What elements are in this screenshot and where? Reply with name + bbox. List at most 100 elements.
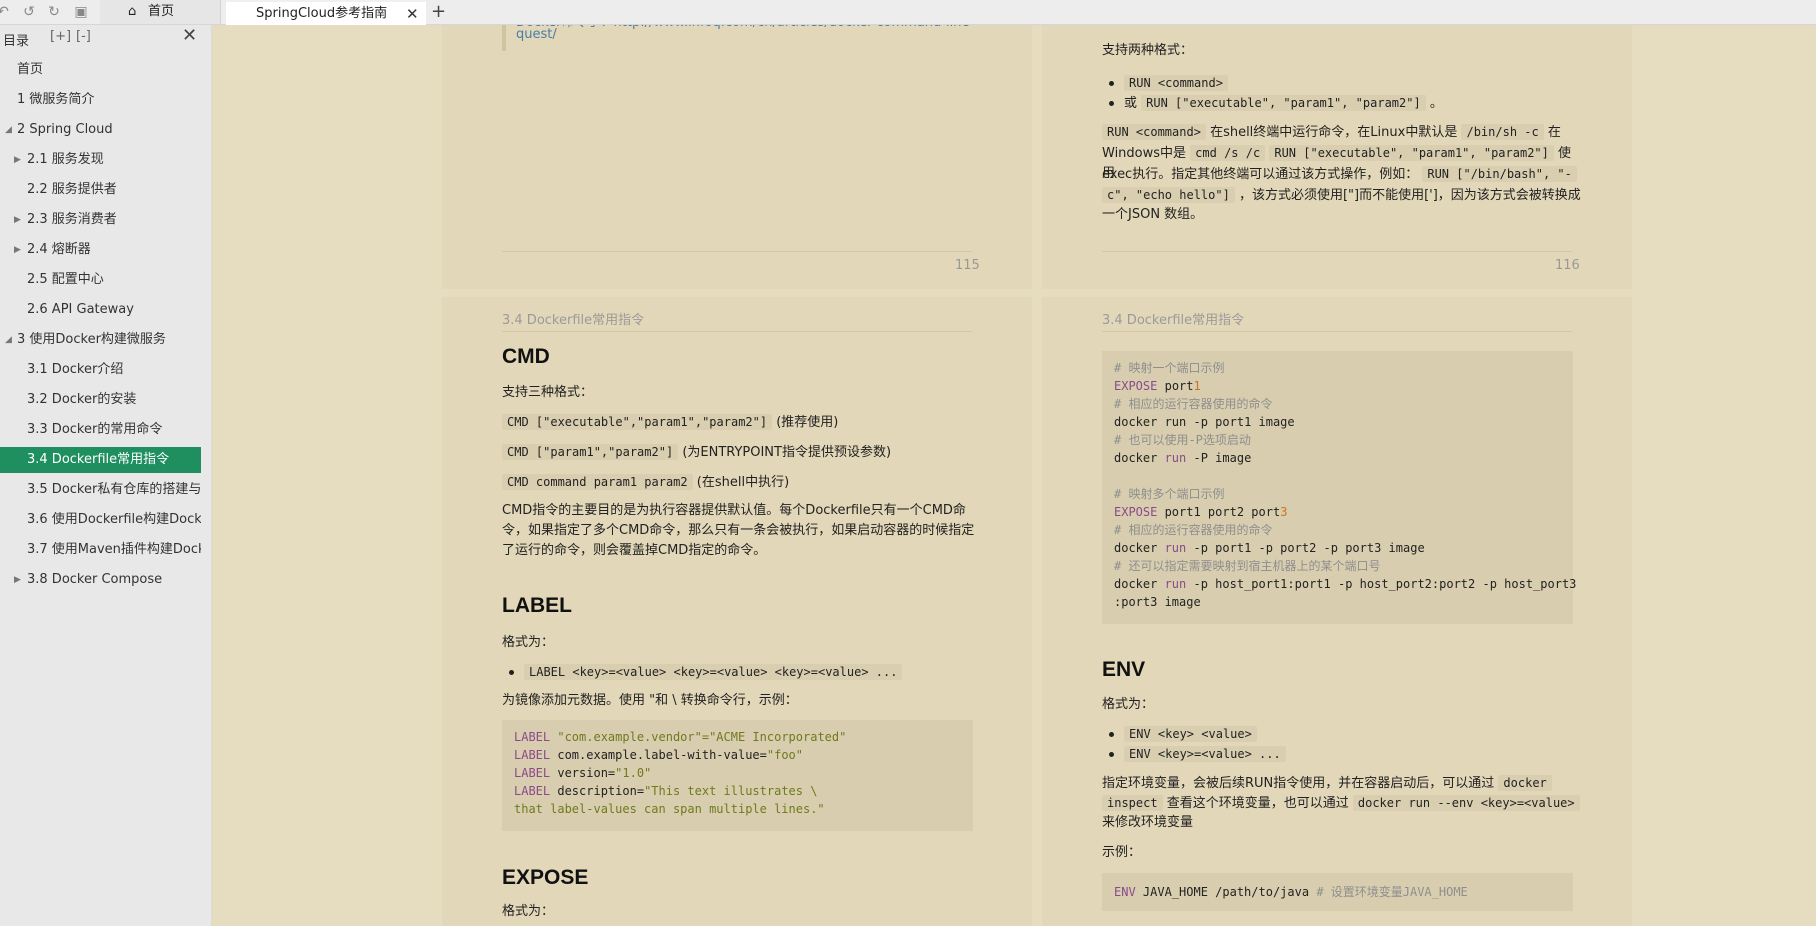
cmd-format-1: CMD ["executable","param1","param2"] (推荐… [502,412,838,433]
env-example-label: 示例： [1102,845,1142,860]
code-line: that label-values can span multiple line… [514,802,825,816]
close-sidebar-icon[interactable]: ✕ [182,25,197,46]
toc-item[interactable]: ▶ 2.3 服务消费者 [0,207,201,233]
save-icon[interactable]: ▣ [72,3,90,21]
env-bullet-2: ENV <key>=<value> ... [1124,744,1286,765]
toc-item[interactable]: 2.6 API Gateway [0,297,201,323]
page-117: 3.4 Dockerfile常用指令 CMD 支持三种格式： CMD ["exe… [442,297,1032,926]
collapse-all-icon[interactable]: [-] [76,29,91,44]
code-line: EXPOSE port1 [1114,379,1201,393]
env-desc-line-3: 来修改环境变量 [1102,815,1194,830]
expand-arrow-icon[interactable]: ▶ [14,237,21,263]
expand-arrow-icon[interactable]: ▶ [14,207,21,233]
label-intro: 格式为： [502,635,555,650]
page-divider [502,251,972,252]
code-line: LABEL description="This text illustrates… [514,784,818,798]
toc-item[interactable]: 3.7 使用Maven插件构建Dock... [0,537,201,563]
toc-item[interactable]: 3.5 Docker私有仓库的搭建与... [0,477,201,503]
close-tab-icon[interactable]: ✕ [406,2,419,26]
code-comment: # 还可以指定需要映射到宿主机器上的某个端口号 [1114,559,1381,573]
code-line: docker run -p host_port1:port1 -p host_p… [1114,577,1577,591]
label-bullet: LABEL <key>=<value> <key>=<value> <key>=… [524,662,903,683]
run-bullet-1: RUN <command> [1124,73,1228,94]
tab-bar: ↶ ↺ ↻ ▣ ⌂ 首页 SpringCloud参考指南 ✕ + [0,0,1816,26]
toc-title: 目录 [3,34,30,49]
cmd-desc-line-1: CMD指令的主要目的是为执行容器提供默认值。每个Dockerfile只有一个CM… [502,503,966,518]
heading-env: ENV [1102,658,1146,681]
toc-header: 目录 [+] [-] ✕ [0,25,211,53]
bullet [1109,752,1114,757]
toc-sidebar: 目录 [+] [-] ✕ 首页 1 微服务简介 ◢ 2 Spring Cloud … [0,25,212,926]
page-116: 支持两种格式： RUN <command> 或 RUN ["executable… [1042,25,1632,289]
run-bullet-2: 或 RUN ["executable", "param1", "param2"]… [1124,95,1443,111]
code-line: docker run -p port1 image [1114,415,1295,429]
toc-item[interactable]: ◢ 2 Spring Cloud [0,117,201,143]
toc-item[interactable]: 2.2 服务提供者 [0,177,201,203]
toc-item[interactable]: ▶ 2.1 服务发现 [0,147,201,173]
cmd-desc-line-2: 令，如果指定了多个CMD命令，那么只有一条会被执行，如果启动容器的时候指定 [502,523,975,538]
code-line: :port3 image [1114,595,1201,609]
collapse-arrow-icon[interactable]: ◢ [5,117,12,143]
toc-item[interactable]: 首页 [0,57,201,83]
code-line: LABEL com.example.label-with-value="foo" [514,748,803,762]
undo-icon[interactable]: ↺ [20,3,38,21]
toc-item[interactable]: 1 微服务简介 [0,87,201,113]
toc-item[interactable]: 3.2 Docker的安装 [0,387,201,413]
tab-home[interactable]: ⌂ 首页 [100,0,221,24]
add-tab-icon[interactable]: + [431,0,446,24]
running-header: 3.4 Dockerfile常用指令 [1102,313,1245,328]
expand-all-icon[interactable]: [+] [50,29,71,44]
bullet [1109,732,1114,737]
tab-active-label: SpringCloud参考指南 [256,6,388,21]
code-line: EXPOSE port1 port2 port3 [1114,505,1288,519]
page-number: 115 [955,258,980,273]
env-desc-line-2: inspect 查看这个环境变量，也可以通过 docker run --env … [1102,793,1582,814]
run-intro: 支持两种格式： [1102,43,1194,58]
bullet [1109,101,1114,106]
heading-cmd: CMD [502,345,550,368]
expose-intro: 格式为： [502,904,555,919]
bullet [509,670,514,675]
env-intro: 格式为： [1102,697,1155,712]
blockquote: Docker命令手：http://www.infoq.com/cn/articl… [502,25,976,51]
quote-link-line1[interactable]: Docker命令手：http://www.infoq.com/cn/articl… [516,25,976,33]
code-comment: # 映射一个端口示例 [1114,361,1225,375]
tab-home-label: 首页 [148,4,175,19]
run-desc-line-4: c", "echo hello"] ，该方式必须使用["]而不能使用[']，因为… [1102,185,1582,206]
cmd-format-2: CMD ["param1","param2"] (为ENTRYPOINT指令提供… [502,442,891,463]
toc-item[interactable]: ▶ 2.4 熔断器 [0,237,201,263]
heading-expose: EXPOSE [502,866,589,889]
header-divider [502,331,972,332]
toc-item[interactable]: 3.1 Docker介绍 [0,357,201,383]
expand-arrow-icon[interactable]: ▶ [14,147,21,173]
back-icon[interactable]: ↶ [0,3,12,21]
toc-item[interactable]: ◢ 3 使用Docker构建微服务 [0,327,201,353]
env-desc-line-1: 指定环境变量，会被后续RUN指令使用，并在容器启动后，可以通过 docker [1102,773,1582,794]
header-divider [1102,331,1572,332]
code-line: LABEL "com.example.vendor"="ACME Incorpo… [514,730,847,744]
code-comment: # 相应的运行容器使用的命令 [1114,397,1273,411]
quote-link-line2[interactable]: quest/ [516,25,557,45]
tab-springcloud[interactable]: SpringCloud参考指南 ✕ [226,0,426,26]
cmd-desc-line-3: 了运行的命令，则会覆盖掉CMD指定的命令。 [502,543,767,558]
page-divider [1102,251,1572,252]
redo-icon[interactable]: ↻ [45,3,63,21]
toc-item[interactable]: ▶ 3.8 Docker Compose [0,567,201,593]
toc-item[interactable]: 3.6 使用Dockerfile构建Dock... [0,507,201,533]
collapse-arrow-icon[interactable]: ◢ [5,327,12,353]
run-desc-line-3: exec执行。指定其他终端可以通过该方式操作，例如： RUN ["/bin/ba… [1102,164,1582,185]
toc-item[interactable]: 2.5 配置中心 [0,267,201,293]
bullet [1109,81,1114,86]
code-comment: # 映射多个端口示例 [1114,487,1225,501]
label-code-block: LABEL "com.example.vendor"="ACME Incorpo… [502,720,973,831]
document-viewer[interactable]: Docker命令手：http://www.infoq.com/cn/articl… [212,25,1816,926]
code-comment: # 相应的运行容器使用的命令 [1114,523,1273,537]
expand-arrow-icon[interactable]: ▶ [14,567,21,593]
running-header: 3.4 Dockerfile常用指令 [502,313,645,328]
toc-item[interactable]: 3.3 Docker的常用命令 [0,417,201,443]
code-comment: # 也可以使用-P选项启动 [1114,433,1251,447]
code-line: LABEL version="1.0" [514,766,652,780]
expose-code-block: # 映射一个端口示例 EXPOSE port1 # 相应的运行容器使用的命令 d… [1102,351,1577,624]
toc-item-active[interactable]: 3.4 Dockerfile常用指令 [0,447,201,473]
